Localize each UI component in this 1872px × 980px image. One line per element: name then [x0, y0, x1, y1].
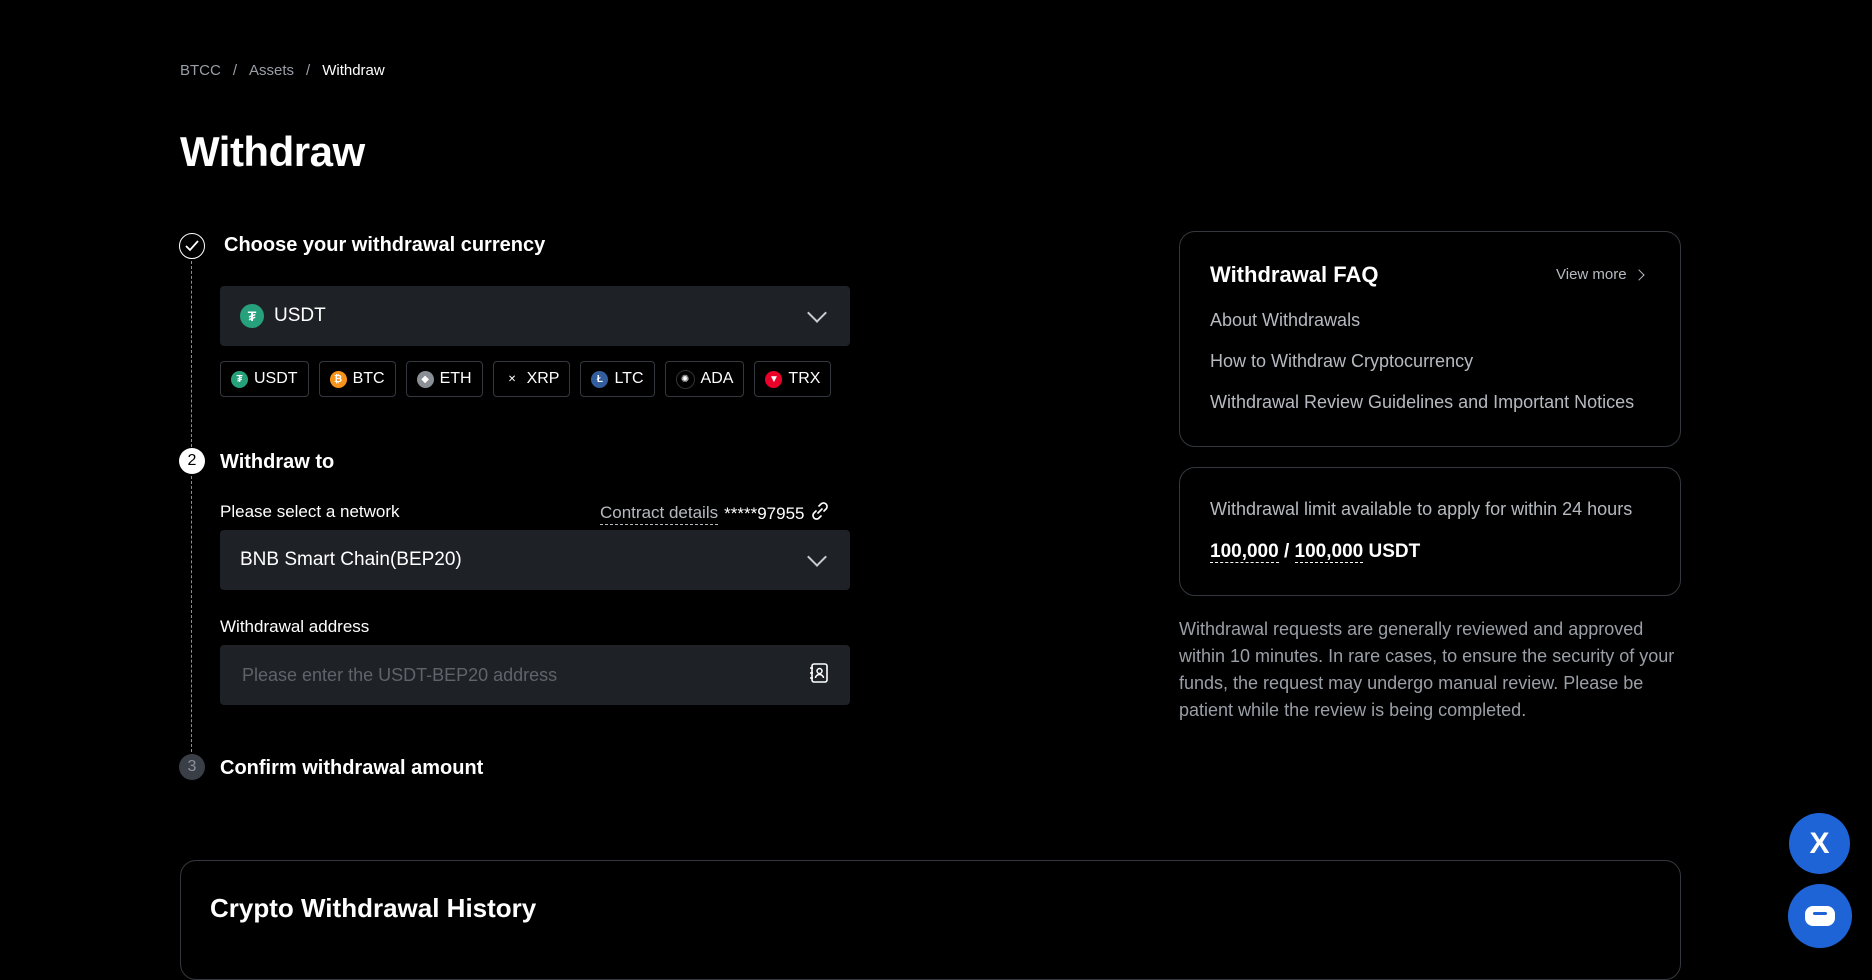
chip-label: ADA — [700, 370, 734, 387]
chip-label: XRP — [526, 370, 560, 387]
limit-unit: USDT — [1368, 541, 1421, 562]
review-notice: Withdrawal requests are generally review… — [1179, 619, 1675, 720]
chevron-down-icon — [807, 547, 827, 567]
chip-label: USDT — [254, 370, 298, 387]
step2-number: 2 — [179, 448, 205, 474]
contract-details-link[interactable]: Contract details — [600, 503, 719, 525]
trx-icon: ▼ — [765, 370, 783, 388]
chip-label: BTC — [352, 370, 385, 387]
address-input[interactable] — [240, 663, 808, 687]
breadcrumb-separator: / — [306, 62, 311, 79]
xrp-icon: ✕ — [503, 370, 521, 388]
currency-chip-ada[interactable]: ✺ ADA — [664, 361, 745, 397]
currency-chip-ltc[interactable]: Ł LTC — [580, 361, 655, 397]
currency-chip-btc[interactable]: ₿ BTC — [318, 361, 396, 397]
limit-value: 100,000 / 100,000 USDT — [1210, 541, 1420, 563]
contract-address-value: *****97955 — [724, 503, 805, 523]
breadcrumb-current: Withdraw — [322, 62, 385, 79]
chip-label: LTC — [614, 370, 644, 387]
faq-item-about[interactable]: About Withdrawals — [1210, 310, 1360, 331]
chat-icon — [1805, 906, 1835, 926]
chip-label: ETH — [439, 370, 472, 387]
limit-total[interactable]: 100,000 — [1294, 541, 1364, 563]
address-book-icon[interactable] — [808, 662, 830, 689]
chevron-right-icon — [1632, 268, 1645, 281]
ada-icon: ✺ — [675, 369, 695, 389]
currency-quick-select: ₮ USDT ₿ BTC ◆ ETH ✕ XRP Ł LTC ✺ ADA ▼ T… — [220, 361, 832, 397]
currency-chip-trx[interactable]: ▼ TRX — [754, 361, 832, 397]
currency-select-value: USDT — [274, 305, 326, 326]
page-title: Withdraw — [180, 128, 365, 175]
limit-description: Withdrawal limit available to apply for … — [1210, 499, 1633, 519]
limit-card — [1179, 467, 1681, 596]
chip-label: TRX — [788, 370, 821, 387]
chevron-down-icon — [807, 303, 827, 323]
currency-chip-xrp[interactable]: ✕ XRP — [492, 361, 571, 397]
faq-item-guidelines[interactable]: Withdrawal Review Guidelines and Importa… — [1210, 392, 1634, 413]
network-select-value: BNB Smart Chain(BEP20) — [240, 549, 462, 570]
x-social-button[interactable]: X — [1789, 813, 1850, 874]
step2-title: Withdraw to — [220, 451, 335, 473]
network-select[interactable]: BNB Smart Chain(BEP20) — [220, 530, 850, 590]
network-label: Please select a network — [220, 502, 400, 521]
step-connector — [191, 476, 192, 752]
limit-separator: / — [1283, 541, 1290, 562]
x-logo-icon: X — [1809, 826, 1830, 860]
btc-icon: ₿ — [329, 370, 347, 388]
history-title: Crypto Withdrawal History — [210, 893, 537, 923]
currency-chip-eth[interactable]: ◆ ETH — [405, 361, 483, 397]
eth-icon: ◆ — [416, 370, 434, 388]
currency-chip-usdt[interactable]: ₮ USDT — [220, 361, 309, 397]
view-more-label: View more — [1556, 266, 1627, 283]
support-chat-button[interactable] — [1788, 884, 1852, 948]
faq-item-how-to[interactable]: How to Withdraw Cryptocurrency — [1210, 351, 1473, 372]
ltc-icon: Ł — [591, 370, 609, 388]
faq-view-more-link[interactable]: View more — [1556, 266, 1645, 283]
external-link-icon[interactable] — [810, 501, 830, 526]
limit-available[interactable]: 100,000 — [1210, 541, 1279, 563]
faq-title: Withdrawal FAQ — [1210, 262, 1379, 287]
step-connector — [191, 261, 192, 447]
breadcrumb-separator: / — [232, 62, 238, 79]
address-label: Withdrawal address — [220, 617, 370, 636]
usdt-icon: ₮ — [240, 304, 264, 328]
step3-title: Confirm withdrawal amount — [220, 757, 484, 779]
breadcrumb: BTCC / Assets / Withdraw — [180, 62, 385, 79]
step1-title: Choose your withdrawal currency — [224, 234, 546, 256]
usdt-icon: ₮ — [231, 370, 248, 388]
contract-details: Contract details *****97955 — [600, 501, 830, 526]
address-field — [220, 645, 850, 705]
breadcrumb-assets[interactable]: Assets — [249, 62, 294, 79]
currency-select[interactable]: ₮ USDT — [220, 286, 850, 346]
step-complete-check-icon — [179, 233, 205, 259]
breadcrumb-btcc[interactable]: BTCC — [180, 62, 221, 79]
step3-number: 3 — [179, 754, 205, 780]
